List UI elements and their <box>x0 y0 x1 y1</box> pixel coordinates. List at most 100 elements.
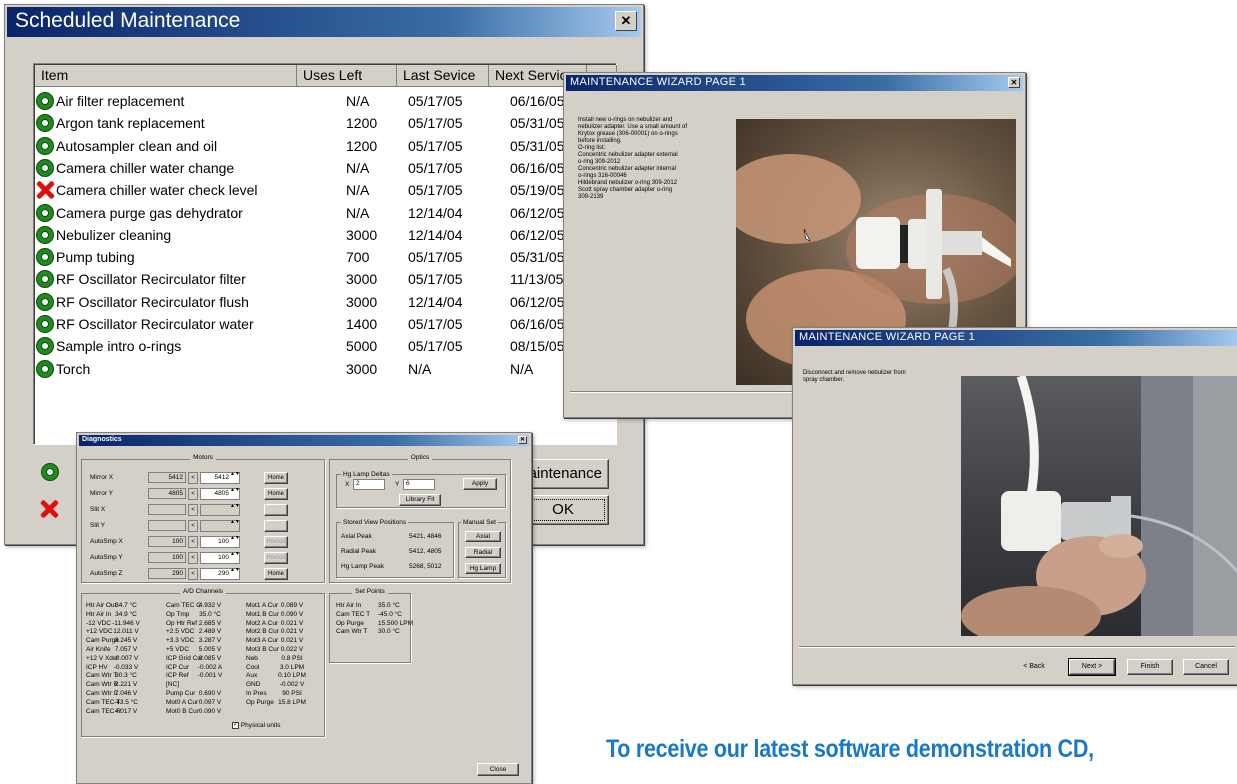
table-row[interactable]: RF Oscillator Recirculator filter 3000 05/… <box>36 268 616 291</box>
ok-circle-shape <box>36 203 54 222</box>
ok-status-icon <box>36 136 54 155</box>
table-row[interactable]: Argon tank replacement 1200 05/17/05 05/31/… <box>36 112 616 135</box>
ad-channel-value: 3.287 V <box>198 637 222 645</box>
stored-positions-label: Stored View Positions <box>341 519 409 526</box>
uses-left: 3000 <box>346 360 378 377</box>
ok-circle-shape <box>36 315 54 333</box>
next-service: 08/15/05 <box>510 338 565 355</box>
x-delta-input[interactable]: 2 <box>353 479 385 490</box>
wizard2-title-bar[interactable]: MAINTENANCE WIZARD PAGE 1 <box>795 330 1237 346</box>
ad-channel-value: 15.8 LPM <box>278 698 306 706</box>
decrement-arrow-icon[interactable]: < <box>188 568 198 580</box>
item-name: Autosampler clean and oil <box>56 137 218 154</box>
motors-label: Motors <box>82 454 324 461</box>
maintenance-title-bar[interactable]: Scheduled Maintenance ✕ <box>7 7 641 37</box>
table-row[interactable]: Nebulizer cleaning 3000 12/14/04 06/12/05 <box>36 224 616 247</box>
close-icon[interactable]: ✕ <box>615 11 637 31</box>
close-icon[interactable]: ✕ <box>1008 77 1020 88</box>
cancel-button[interactable]: Cancel <box>1183 659 1229 675</box>
spin-arrows-icon[interactable]: ▲▼ <box>230 504 240 516</box>
close-button[interactable]: Close <box>477 763 519 776</box>
y-delta-input[interactable]: 6 <box>403 479 435 490</box>
spin-arrows-icon[interactable]: ▲▼ <box>230 488 240 500</box>
table-row[interactable]: Camera purge gas dehydrator N/A 12/14/04 06… <box>36 202 616 225</box>
library-fit-button[interactable]: Library Fit <box>399 494 441 506</box>
next-button[interactable]: Next > <box>1068 658 1116 676</box>
ad-channel-value: 90 PSI <box>282 690 302 697</box>
motor-home-button[interactable] <box>264 504 288 516</box>
ad-channel-value: 0.090 V <box>280 610 304 618</box>
ad-channel-name: +3.3 VDC <box>166 637 195 645</box>
decrement-arrow-icon[interactable]: < <box>188 536 198 548</box>
last-service: 05/17/05 <box>408 316 463 332</box>
motor-name: Slit X <box>90 506 106 513</box>
close-icon[interactable]: ✕ <box>518 436 527 444</box>
motor-home-button[interactable]: Home <box>264 488 288 500</box>
apply-button[interactable]: Apply <box>463 478 497 490</box>
motor-name: AutoSmp Z <box>90 570 123 577</box>
radial-button[interactable]: Radial <box>465 547 501 558</box>
decrement-arrow-icon[interactable]: < <box>188 472 198 484</box>
decrement-arrow-icon[interactable]: < <box>188 488 198 500</box>
motor-home-button[interactable]: Home <box>264 568 288 580</box>
table-row[interactable]: Camera chiller water check level N/A 05/17… <box>36 179 616 202</box>
maintenance-list[interactable]: Item Uses Left Last Sevice Next Service … <box>33 63 617 445</box>
back-button[interactable]: < Back <box>1011 659 1057 675</box>
spin-arrows-icon[interactable]: ▲▼ <box>230 552 240 564</box>
column-header-uses-left[interactable]: Uses Left <box>297 65 397 87</box>
spin-arrows-icon[interactable]: ▲▼ <box>230 536 240 548</box>
finish-button[interactable]: Finish <box>1127 659 1173 675</box>
motor-position: 100 <box>148 536 186 547</box>
uses-left: N/A <box>346 159 370 176</box>
checkbox-icon[interactable]: ✓ <box>232 722 239 729</box>
wizard1-title-bar[interactable]: MAINTENANCE WIZARD PAGE 1 ✕ <box>566 75 1023 91</box>
physical-units-checkbox[interactable]: ✓ Physical units <box>232 722 281 729</box>
table-row[interactable]: RF Oscillator Recirculator water 1400 05/1… <box>36 313 616 336</box>
ad-channel-value: 0.090 V <box>198 707 222 715</box>
set-points-label: Set Points <box>330 588 410 595</box>
motor-position: 5412 <box>148 472 186 483</box>
optics-label: Optics <box>330 454 510 461</box>
stored-position-value: 5268, 5012 <box>409 563 442 570</box>
hg-lamp-button[interactable]: Hg Lamp <box>465 563 501 574</box>
motor-home-button[interactable]: Home <box>264 472 288 484</box>
table-row[interactable]: Air filter replacement N/A 05/17/05 06/16/0… <box>36 90 616 113</box>
table-row[interactable]: Sample intro o-rings 5000 05/17/05 08/15/05 <box>36 335 616 358</box>
table-row[interactable]: Autosampler clean and oil 1200 05/17/05 05/… <box>36 135 616 158</box>
decrement-arrow-icon[interactable]: < <box>188 504 198 516</box>
table-row[interactable]: Pump tubing 700 05/17/05 05/31/05 <box>36 246 616 269</box>
next-service: 06/12/05 <box>510 204 565 221</box>
table-row[interactable]: RF Oscillator Recirculator flush 3000 12/1… <box>36 291 616 314</box>
axial-button[interactable]: Axial <box>465 531 501 542</box>
column-header-item[interactable]: Item <box>35 65 297 87</box>
ad-channel-value: 0.097 V <box>198 698 222 706</box>
set-point-value: 15.500 LPM <box>378 619 414 627</box>
motor-home-button[interactable] <box>264 520 288 532</box>
spin-arrows-icon[interactable]: ▲▼ <box>230 472 240 484</box>
next-service: 05/31/05 <box>510 249 565 266</box>
ad-channel-name: Htr Air Out <box>86 602 117 609</box>
column-header-last-service[interactable]: Last Sevice <box>397 65 489 87</box>
next-service: 06/16/05 <box>510 159 565 176</box>
y-delta-label: Y <box>395 481 400 488</box>
ad-channel-name: Op Tmp <box>166 610 190 618</box>
spin-arrows-icon[interactable]: ▲▼ <box>230 568 240 580</box>
ad-channel-value: 2.221 V <box>114 681 138 689</box>
motor-home-button[interactable]: Homed <box>264 552 288 564</box>
item-name: Torch <box>56 360 91 377</box>
decrement-arrow-icon[interactable]: < <box>188 520 198 532</box>
diagnostics-title-bar[interactable]: Diagnostics ✕ <box>79 435 529 446</box>
motor-name: Mirror X <box>90 474 114 481</box>
decrement-arrow-icon[interactable]: < <box>188 552 198 564</box>
table-row[interactable]: Torch 3000 N/A N/A <box>36 358 616 381</box>
ad-channel-name: +2.5 VDC <box>166 628 195 636</box>
ad-channel-value: 34.9 °C <box>115 610 137 618</box>
ok-status-icon <box>36 158 54 177</box>
motor-home-button[interactable]: Homed <box>264 536 288 548</box>
spin-arrows-icon[interactable]: ▲▼ <box>230 520 240 532</box>
ad-channels-group: A/D Channels Htr Air Out 34.7 °C Htr Air I… <box>81 588 325 737</box>
ok-circle-shape <box>36 292 54 311</box>
next-service: 11/13/05 <box>510 271 564 288</box>
item-name: Camera purge gas dehydrator <box>56 204 243 221</box>
table-row[interactable]: Camera chiller water change N/A 05/17/05 06… <box>36 157 616 180</box>
